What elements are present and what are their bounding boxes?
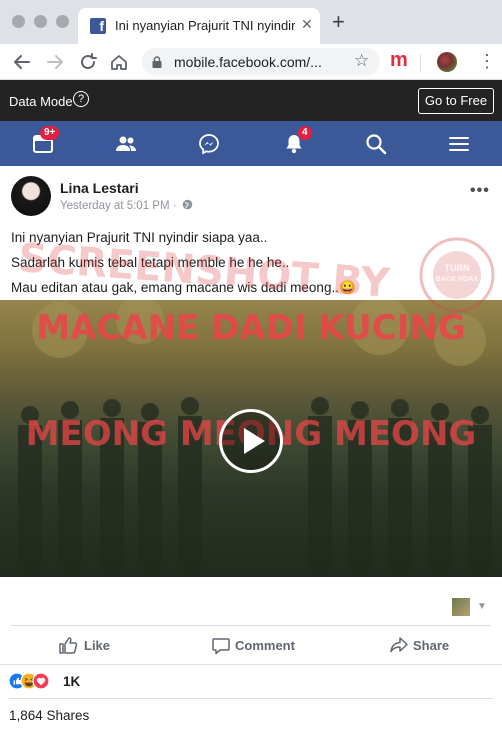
extension-m-icon[interactable]: m xyxy=(390,50,408,70)
friends-icon[interactable] xyxy=(115,133,137,155)
play-icon xyxy=(244,428,265,454)
home-icon[interactable] xyxy=(108,51,130,73)
tab-title: Ini nyanyian Prajurit TNI nyindir xyxy=(115,18,295,33)
post-text-line: Mau editan atau gak, emang macane wis da… xyxy=(11,280,356,295)
browser-toolbar: mobile.facebook.com/... ☆ m ⋮ xyxy=(0,44,502,80)
reaction-icons[interactable] xyxy=(9,672,59,690)
svg-text:TURN: TURN xyxy=(445,263,470,273)
toolbar-divider xyxy=(420,54,421,72)
help-icon[interactable]: ? xyxy=(73,91,89,107)
love-reaction-icon xyxy=(32,672,50,690)
post-text-line: Ini nyanyian Prajurit TNI nyindir siapa … xyxy=(11,230,268,245)
back-arrow-icon[interactable] xyxy=(11,51,33,73)
public-globe-icon xyxy=(182,199,193,210)
new-tab-button[interactable]: + xyxy=(332,11,345,33)
reload-icon[interactable] xyxy=(77,51,99,73)
close-tab-icon[interactable]: ✕ xyxy=(301,16,313,33)
post-author-name[interactable]: Lina Lestari xyxy=(60,180,139,196)
timestamp-text: Yesterday at 5:01 PM · xyxy=(60,200,177,212)
feed-badge: 9+ xyxy=(40,126,60,140)
share-button[interactable]: Share xyxy=(387,631,477,659)
acting-as-avatar[interactable] xyxy=(452,598,470,616)
zoom-window-button[interactable] xyxy=(56,15,69,28)
shares-count[interactable]: 1,864 Shares xyxy=(9,708,89,723)
browser-tab-bar: f Ini nyanyian Prajurit TNI nyindir ✕ + xyxy=(0,0,502,44)
messenger-icon[interactable] xyxy=(198,133,220,155)
go-to-free-button[interactable]: Go to Free xyxy=(418,88,494,114)
shares-divider xyxy=(9,698,493,699)
facebook-nav-bar: 9+ 4 xyxy=(0,121,502,166)
actions-divider-top xyxy=(11,625,491,626)
screenshot-watermark: SCREENSHOT BY xyxy=(16,235,392,307)
video-caption-top: MACANE DADI KUCING xyxy=(36,308,466,348)
share-label: Share xyxy=(413,638,450,653)
profile-avatar-icon[interactable] xyxy=(437,52,457,72)
thumbs-up-icon xyxy=(59,637,78,654)
video-player[interactable]: MACANE DADI KUCING MEONG MEONG MEONG xyxy=(0,300,502,577)
facebook-favicon-icon: f xyxy=(90,18,106,34)
bookmark-star-icon[interactable]: ☆ xyxy=(354,51,369,71)
post-options-icon[interactable]: ••• xyxy=(470,182,490,200)
like-label: Like xyxy=(84,638,111,653)
lock-icon xyxy=(152,56,162,68)
data-mode-bar: Data Mode ? Go to Free xyxy=(0,80,502,121)
forward-arrow-icon[interactable] xyxy=(44,51,66,73)
comment-bubble-icon xyxy=(212,638,230,655)
chevron-down-icon[interactable]: ▼ xyxy=(477,601,487,612)
author-avatar[interactable] xyxy=(11,176,51,216)
hamburger-menu-icon[interactable] xyxy=(448,133,470,155)
search-icon[interactable] xyxy=(365,133,387,155)
share-arrow-icon xyxy=(390,637,408,653)
play-button[interactable] xyxy=(219,409,283,473)
reactions-count[interactable]: 1K xyxy=(63,674,80,689)
turnbackhoax-stamp: TURN BACK HOAX xyxy=(419,237,495,313)
data-mode-label: Data Mode xyxy=(9,94,73,109)
close-window-button[interactable] xyxy=(12,15,25,28)
comment-button[interactable]: Comment xyxy=(209,631,329,659)
post-timestamp[interactable]: Yesterday at 5:01 PM · xyxy=(60,199,193,212)
like-button[interactable]: Like xyxy=(56,631,156,659)
actions-divider-bottom xyxy=(0,664,502,665)
post-text-line: Sadarlah kumis tebal tetapi memble he he… xyxy=(11,255,290,270)
url-text: mobile.facebook.com/... xyxy=(174,54,322,70)
minimize-window-button[interactable] xyxy=(34,15,47,28)
comment-label: Comment xyxy=(235,638,295,653)
address-bar[interactable]: mobile.facebook.com/... ☆ xyxy=(142,48,380,76)
notifications-badge: 4 xyxy=(298,126,312,140)
browser-menu-icon[interactable]: ⋮ xyxy=(478,52,496,70)
browser-tab[interactable]: f Ini nyanyian Prajurit TNI nyindir ✕ xyxy=(78,8,320,44)
svg-text:BACK HOAX: BACK HOAX xyxy=(436,276,479,283)
